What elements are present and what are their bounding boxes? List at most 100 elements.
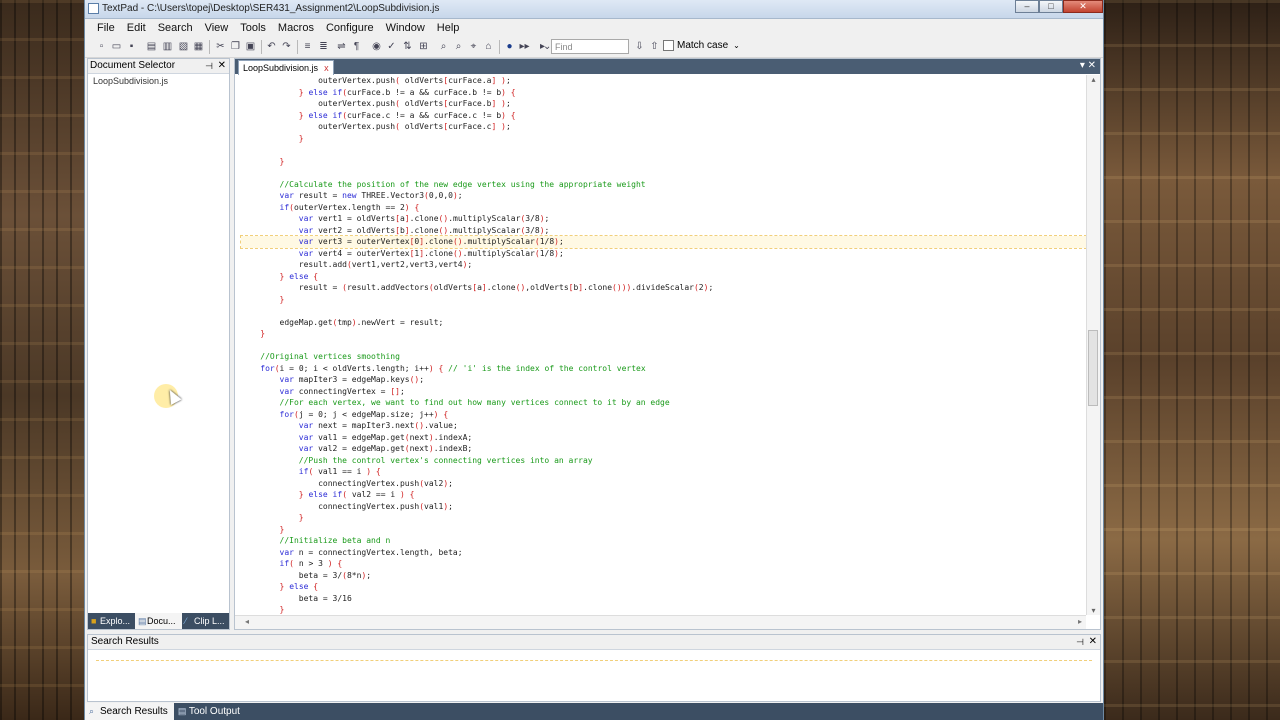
- code-line[interactable]: [241, 305, 1086, 317]
- paste-icon[interactable]: ▣: [244, 40, 257, 53]
- document-list-item[interactable]: LoopSubdivision.js: [88, 74, 229, 86]
- code-line[interactable]: [241, 167, 1086, 179]
- code-line[interactable]: }: [241, 133, 1086, 145]
- menu-view[interactable]: View: [199, 19, 235, 37]
- sort-icon[interactable]: ⇅: [401, 40, 414, 53]
- results-current-line[interactable]: [96, 660, 1092, 661]
- vertical-scrollbar[interactable]: ▴ ▾: [1086, 75, 1100, 615]
- save-icon[interactable]: ▪: [125, 40, 138, 53]
- menu-configure[interactable]: Configure: [320, 19, 380, 37]
- close-icon[interactable]: ✕: [1089, 635, 1097, 649]
- tab-close-icon[interactable]: x: [324, 63, 329, 73]
- code-line[interactable]: if( n > 3 ) {: [241, 558, 1086, 570]
- menu-help[interactable]: Help: [431, 19, 466, 37]
- code-line[interactable]: var vert3 = outerVertex[0].clone().multi…: [240, 235, 1086, 249]
- code-line[interactable]: }: [241, 524, 1086, 536]
- code-line[interactable]: //Calculate the position of the new edge…: [241, 179, 1086, 191]
- code-line[interactable]: [241, 144, 1086, 156]
- redo-icon[interactable]: ↷: [280, 40, 293, 53]
- scroll-left-icon[interactable]: ◂: [245, 617, 249, 626]
- web-browser-icon[interactable]: ◉: [370, 40, 383, 53]
- code-line[interactable]: }: [241, 512, 1086, 524]
- code-line[interactable]: }: [241, 604, 1086, 615]
- checkbox-icon[interactable]: [663, 40, 674, 51]
- indent-icon[interactable]: ≡: [301, 40, 314, 53]
- tab-tool-output[interactable]: ▤ Tool Output: [174, 703, 246, 720]
- find-next-icon[interactable]: ⌕: [452, 40, 465, 53]
- play-macro-icon[interactable]: ▸▸: [518, 40, 531, 53]
- close-button[interactable]: ✕: [1063, 0, 1103, 13]
- code-line[interactable]: //Push the control vertex's connecting v…: [241, 455, 1086, 467]
- record-macro-icon[interactable]: ●: [503, 40, 516, 53]
- tab-search-results[interactable]: ⌕ Search Results: [85, 703, 174, 720]
- show-paragraph-icon[interactable]: ¶: [350, 40, 363, 53]
- scroll-down-icon[interactable]: ▾: [1087, 606, 1100, 615]
- menu-tools[interactable]: Tools: [234, 19, 272, 37]
- spell-check-icon[interactable]: ▦: [192, 40, 205, 53]
- code-line[interactable]: var val2 = edgeMap.get(next).indexB;: [241, 443, 1086, 455]
- minimize-button[interactable]: –: [1015, 0, 1039, 13]
- code-line[interactable]: var next = mapIter3.next().value;: [241, 420, 1086, 432]
- print-icon[interactable]: ▥: [161, 40, 174, 53]
- code-line[interactable]: result.add(vert1,vert2,vert3,vert4);: [241, 259, 1086, 271]
- menu-edit[interactable]: Edit: [121, 19, 152, 37]
- pin-icon[interactable]: ⊣: [1076, 635, 1084, 649]
- find-up-icon[interactable]: ⇧: [648, 40, 661, 53]
- copy-icon[interactable]: ❐: [229, 40, 242, 53]
- close-icon[interactable]: ✕: [218, 59, 226, 73]
- code-line[interactable]: //For each vertex, we want to find out h…: [241, 397, 1086, 409]
- code-line[interactable]: var vert2 = oldVerts[b].clone().multiply…: [241, 225, 1086, 237]
- code-line[interactable]: //Initialize beta and n: [241, 535, 1086, 547]
- outdent-icon[interactable]: ≣: [317, 40, 330, 53]
- code-line[interactable]: } else {: [241, 271, 1086, 283]
- code-line[interactable]: for(i = 0; i < oldVerts.length; i++) { /…: [241, 363, 1086, 375]
- scroll-thumb[interactable]: [1088, 330, 1098, 406]
- code-line[interactable]: result = (result.addVectors(oldVerts[a].…: [241, 282, 1086, 294]
- tab-loopsubdivision[interactable]: LoopSubdivision.js x: [238, 60, 334, 75]
- find-in-files-icon[interactable]: ⌂: [482, 40, 495, 53]
- code-editor[interactable]: outerVertex.push( oldVerts[curFace.a] );…: [235, 75, 1086, 615]
- code-line[interactable]: }: [241, 156, 1086, 168]
- open-file-icon[interactable]: ▭: [110, 40, 123, 53]
- code-line[interactable]: } else if(curFace.c != a && curFace.c !=…: [241, 110, 1086, 122]
- code-line[interactable]: } else if( val2 == i ) {: [241, 489, 1086, 501]
- find-icon[interactable]: ⌕: [437, 40, 450, 53]
- tab-controls-icon[interactable]: ▾ ✕: [1080, 60, 1096, 71]
- menu-search[interactable]: Search: [152, 19, 199, 37]
- spell-icon[interactable]: ✓: [385, 40, 398, 53]
- code-line[interactable]: }: [241, 294, 1086, 306]
- code-line[interactable]: connectingVertex.push(val1);: [241, 501, 1086, 513]
- find-down-icon[interactable]: ⇩: [633, 40, 646, 53]
- code-line[interactable]: [241, 340, 1086, 352]
- code-line[interactable]: beta = 3/16: [241, 593, 1086, 605]
- menu-macros[interactable]: Macros: [272, 19, 320, 37]
- new-file-icon[interactable]: ▫: [95, 40, 108, 53]
- save-all-icon[interactable]: ▤: [145, 40, 158, 53]
- code-line[interactable]: edgeMap.get(tmp).newVert = result;: [241, 317, 1086, 329]
- code-line[interactable]: var result = new THREE.Vector3(0,0,0);: [241, 190, 1086, 202]
- cut-icon[interactable]: ✂: [214, 40, 227, 53]
- toolbar-overflow-icon[interactable]: ⌄: [733, 41, 740, 50]
- code-line[interactable]: var connectingVertex = [];: [241, 386, 1086, 398]
- code-line[interactable]: beta = 3/(8*n);: [241, 570, 1086, 582]
- code-line[interactable]: connectingVertex.push(val2);: [241, 478, 1086, 490]
- match-case-checkbox[interactable]: Match case ⌄: [663, 40, 740, 51]
- maximize-button[interactable]: □: [1039, 0, 1063, 13]
- code-line[interactable]: var vert1 = oldVerts[a].clone().multiply…: [241, 213, 1086, 225]
- code-line[interactable]: for(j = 0; j < edgeMap.size; j++) {: [241, 409, 1086, 421]
- menu-window[interactable]: Window: [380, 19, 431, 37]
- title-bar[interactable]: TextPad - C:\Users\topej\Desktop\SER431_…: [85, 0, 1103, 19]
- code-line[interactable]: var n = connectingVertex.length, beta;: [241, 547, 1086, 559]
- replace-icon[interactable]: ⌖: [467, 40, 480, 53]
- code-line[interactable]: var val1 = edgeMap.get(next).indexA;: [241, 432, 1086, 444]
- find-incrementally-input[interactable]: Find incrementally: [551, 39, 629, 67]
- code-line[interactable]: var vert4 = outerVertex[1].clone().multi…: [241, 248, 1086, 260]
- code-line[interactable]: } else if(curFace.b != a && curFace.b !=…: [241, 87, 1086, 99]
- toolbar-overflow-icon[interactable]: ⌄: [543, 40, 551, 53]
- code-line[interactable]: }: [241, 328, 1086, 340]
- tab-documents[interactable]: ▤Docu...: [135, 613, 182, 629]
- code-line[interactable]: } else {: [241, 581, 1086, 593]
- tab-explorer[interactable]: ■ Explo...: [88, 613, 135, 629]
- code-line[interactable]: var mapIter3 = edgeMap.keys();: [241, 374, 1086, 386]
- horizontal-scrollbar[interactable]: ◂ ▸: [235, 615, 1086, 629]
